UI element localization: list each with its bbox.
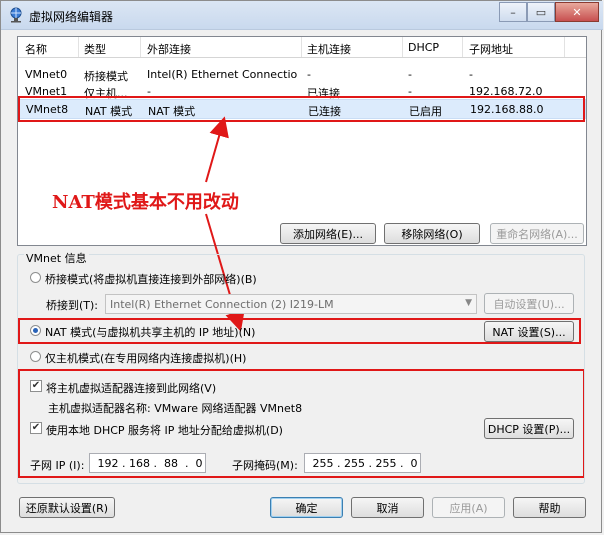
bridge-to-select[interactable]: Intel(R) Ethernet Connection (2) I219-LM… [105,294,477,314]
connect-adapter-label[interactable]: 将主机虚拟适配器连接到此网络(V) [46,380,216,396]
bridge-to-value: Intel(R) Ethernet Connection (2) I219-LM [110,298,334,311]
use-dhcp-checkbox[interactable]: ✔ [30,422,42,434]
annotation-note: NAT模式基本不用改动 [52,192,239,213]
ok-button[interactable]: 确定 [270,497,343,518]
bridge-mode-radio[interactable] [30,272,41,283]
apply-button[interactable]: 应用(A) [432,497,505,518]
connect-adapter-checkbox[interactable]: ✔ [30,380,42,392]
vmnet-info-label: VMnet 信息 [24,250,89,266]
subnet-ip-input[interactable]: 192 . 168 . 88 . 0 [89,453,206,473]
subnet-mask-input[interactable]: 255 . 255 . 255 . 0 [304,453,421,473]
nat-mode-label[interactable]: NAT 模式(与虚拟机共享主机的 IP 地址)(N) [45,324,255,340]
bridge-to-label: 桥接到(T): [46,299,99,312]
subnet-mask-label: 子网掩码(M): [232,459,298,472]
dhcp-settings-button[interactable]: DHCP 设置(P)... [484,418,574,439]
nat-mode-radio[interactable] [30,325,41,336]
help-button[interactable]: 帮助 [513,497,586,518]
subnet-ip-label: 子网 IP (I): [30,459,85,472]
adapter-name-text: 主机虚拟适配器名称: VMware 网络适配器 VMnet8 [48,402,303,415]
dropdown-arrow-icon: ▼ [465,298,472,308]
rename-network-button[interactable]: 重命名网络(A)... [490,223,584,244]
cancel-button[interactable]: 取消 [351,497,424,518]
vmnet-info-group [17,254,585,484]
auto-settings-button[interactable]: 自动设置(U)... [484,293,574,314]
add-network-button[interactable]: 添加网络(E)... [280,223,376,244]
bridge-mode-label[interactable]: 桥接模式(将虚拟机直接连接到外部网络)(B) [45,271,257,287]
restore-defaults-button[interactable]: 还原默认设置(R) [19,497,115,518]
nat-settings-button[interactable]: NAT 设置(S)... [484,321,574,342]
remove-network-button[interactable]: 移除网络(O) [384,223,480,244]
host-only-radio[interactable] [30,351,41,362]
host-only-label[interactable]: 仅主机模式(在专用网络内连接虚拟机)(H) [45,350,246,366]
use-dhcp-label[interactable]: 使用本地 DHCP 服务将 IP 地址分配给虚拟机(D) [46,422,283,438]
